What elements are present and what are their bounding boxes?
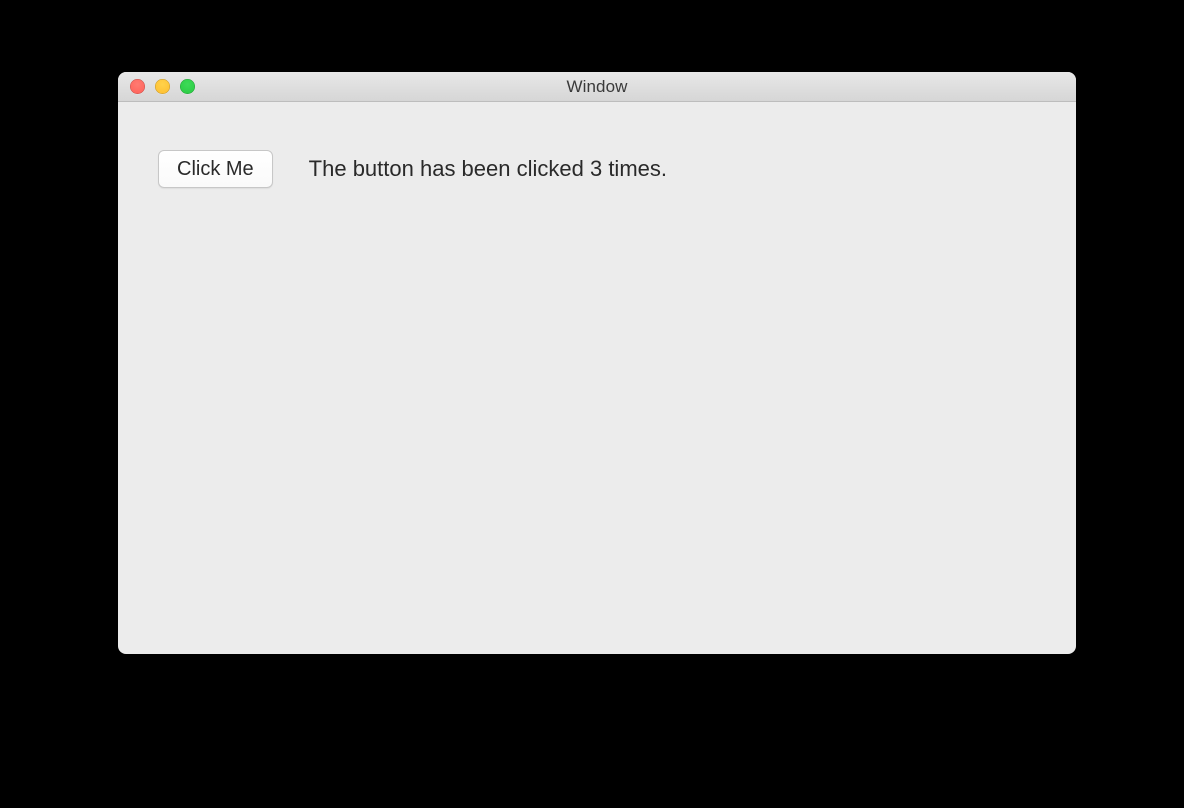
titlebar[interactable]: Window: [118, 72, 1076, 102]
traffic-lights: [118, 72, 195, 101]
status-label: The button has been clicked 3 times.: [309, 156, 667, 182]
click-me-button[interactable]: Click Me: [158, 150, 273, 188]
app-window: Window Click Me The button has been clic…: [118, 72, 1076, 654]
zoom-icon[interactable]: [180, 79, 195, 94]
window-title: Window: [118, 77, 1076, 97]
close-icon[interactable]: [130, 79, 145, 94]
minimize-icon[interactable]: [155, 79, 170, 94]
content-area: Click Me The button has been clicked 3 t…: [118, 102, 1076, 236]
